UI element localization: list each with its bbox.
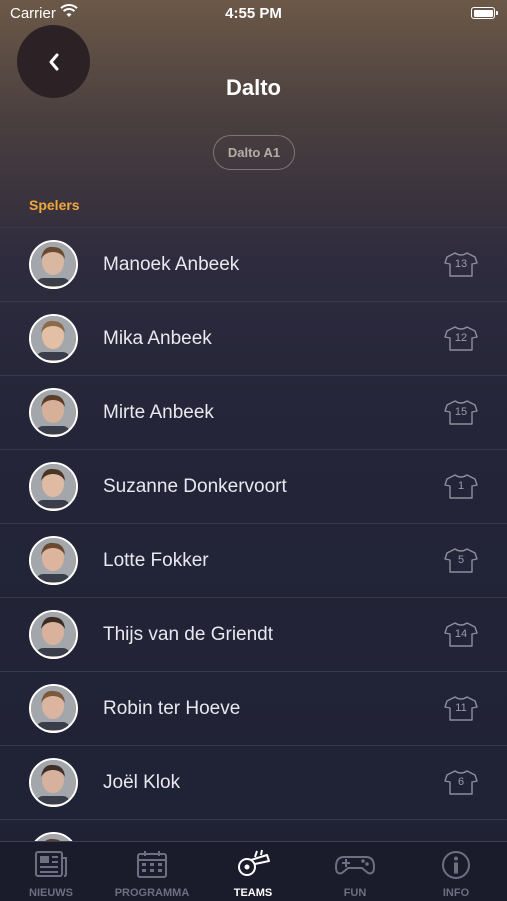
player-name: Suzanne Donkervoort xyxy=(103,476,287,497)
player-list[interactable]: Manoek Anbeek 13 Mika Anbeek 12 Mirte Anbeek… xyxy=(0,227,507,842)
shirt-number: 15 xyxy=(454,406,468,418)
chevron-left-icon xyxy=(49,53,58,70)
player-row[interactable]: Mirte Anbeek 15 xyxy=(0,376,507,450)
shirt-number-badge: 15 xyxy=(444,399,478,426)
tab-nieuws[interactable]: NIEUWS xyxy=(1,842,101,901)
clock: 4:55 PM xyxy=(225,5,282,22)
player-avatar xyxy=(29,610,78,659)
player-name: Robin ter Hoeve xyxy=(103,698,241,719)
player-avatar xyxy=(29,462,78,511)
tab-fun[interactable]: FUN xyxy=(305,842,405,901)
shirt-number-badge: 11 xyxy=(444,695,478,722)
player-avatar xyxy=(29,536,78,585)
team-chip[interactable]: Dalto A1 xyxy=(213,135,295,170)
tab-label: INFO xyxy=(442,887,470,899)
player-row[interactable]: Lotte Fokker 5 xyxy=(0,524,507,598)
player-row[interactable]: Suzanne Donkervoort 1 xyxy=(0,450,507,524)
player-row[interactable]: Thijs van de Griendt 14 xyxy=(0,598,507,672)
player-avatar xyxy=(29,314,78,363)
gamepad-icon xyxy=(334,849,376,882)
shirt-number-badge: 1 xyxy=(444,473,478,500)
player-avatar xyxy=(29,758,78,807)
player-row[interactable]: Mika Anbeek 12 xyxy=(0,302,507,376)
calendar-icon xyxy=(135,849,169,882)
shirt-number: 11 xyxy=(455,702,467,714)
shirt-number-badge: 14 xyxy=(444,621,478,648)
info-icon xyxy=(440,849,472,884)
player-name: Mika Anbeek xyxy=(103,328,212,349)
tab-label: FUN xyxy=(343,887,367,899)
shirt-number: 13 xyxy=(454,258,468,270)
player-avatar xyxy=(29,388,78,437)
shirt-number: 5 xyxy=(457,554,465,566)
tab-info[interactable]: INFO xyxy=(406,842,506,901)
shirt-number: 14 xyxy=(454,628,468,640)
shirt-number: 12 xyxy=(454,332,468,344)
player-name: Manoek Anbeek xyxy=(103,254,240,275)
player-name: Thijs van de Griendt xyxy=(103,624,274,645)
player-name: Mirte Anbeek xyxy=(103,402,214,423)
player-row[interactable]: Joël Klok 6 xyxy=(0,746,507,820)
player-avatar xyxy=(29,240,78,289)
section-label: Spelers xyxy=(29,197,80,213)
shirt-number: 1 xyxy=(457,480,465,492)
tab-label: PROGRAMMA xyxy=(114,887,190,899)
newspaper-icon xyxy=(34,849,68,882)
tab-teams[interactable]: TEAMS xyxy=(203,842,303,901)
battery-icon xyxy=(471,7,498,19)
page-title: Dalto xyxy=(226,75,281,100)
shirt-number: 6 xyxy=(457,776,465,788)
tab-programma[interactable]: PROGRAMMA xyxy=(102,842,202,901)
status-bar: Carrier 4:55 PM xyxy=(0,0,507,28)
whistle-icon xyxy=(235,849,271,882)
tab-label: TEAMS xyxy=(233,887,273,899)
shirt-number-badge: 6 xyxy=(444,769,478,796)
player-row[interactable] xyxy=(0,820,507,842)
player-avatar xyxy=(29,684,78,733)
player-name: Joël Klok xyxy=(103,772,181,793)
player-row[interactable]: Manoek Anbeek 13 xyxy=(0,228,507,302)
shirt-number-badge: 5 xyxy=(444,547,478,574)
shirt-number-badge: 13 xyxy=(444,251,478,278)
tab-label: NIEUWS xyxy=(29,887,73,899)
shirt-number-badge: 12 xyxy=(444,325,478,352)
player-row[interactable]: Robin ter Hoeve 11 xyxy=(0,672,507,746)
player-name: Lotte Fokker xyxy=(103,550,209,571)
tab-bar: NIEUWS PROGRAMMA TEAMS FUN INFO xyxy=(0,841,507,901)
